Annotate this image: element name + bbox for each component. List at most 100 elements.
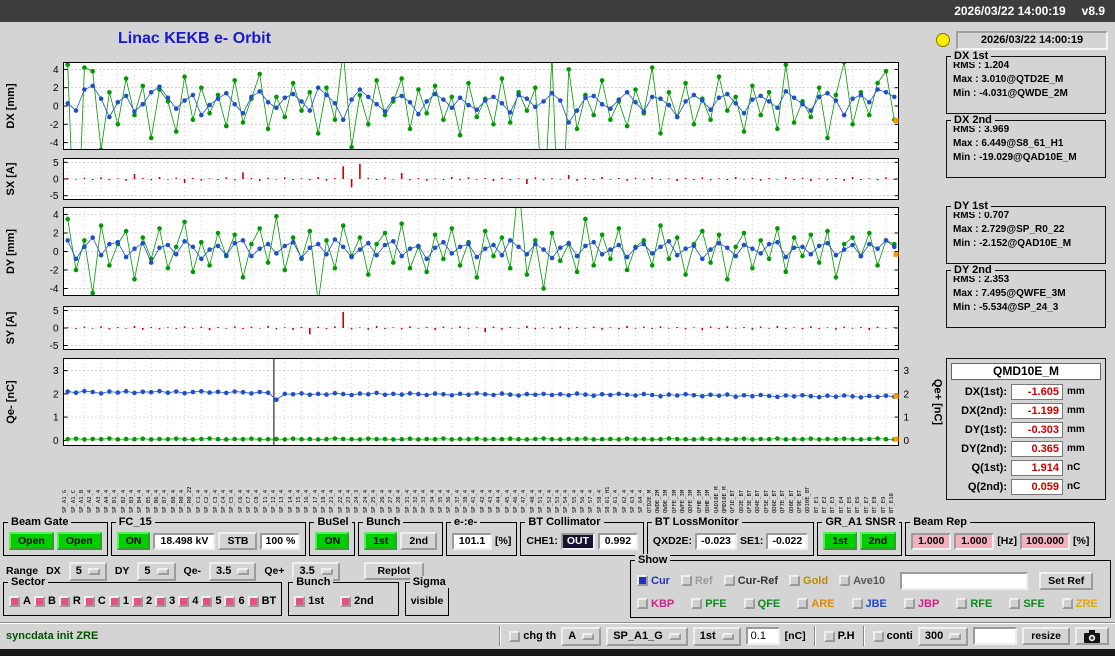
range-dropdown-qe[interactable]: 3.5 [209,561,257,581]
show-toggle-jbe[interactable]: JBE [851,597,887,610]
show-toggle-ave10[interactable]: Ave10 [839,575,885,587]
svg-text:0: 0 [53,324,59,335]
show-toggle-are[interactable]: ARE [797,598,835,610]
show-toggle-qfe[interactable]: QFE [743,598,780,610]
button-stb[interactable]: STB [218,532,258,550]
label-: [%] [495,535,512,547]
dropdown-value: 300 [924,630,944,642]
dropdown-value: 1st [699,630,716,642]
bpm-label: SP_15_4 [296,489,302,513]
show-toggle-sfe[interactable]: SFE [1009,598,1045,610]
bunch-checkbox-2nd[interactable]: 2nd [340,595,374,607]
button-on[interactable]: ON [315,532,350,550]
svg-text:2: 2 [53,83,59,94]
sector-checkbox-1[interactable]: 1 [108,595,129,607]
sector-checkbox-b[interactable]: B [33,595,56,607]
bpm-label: SP_23_4 [346,489,353,513]
count-dropdown[interactable]: 300 [917,626,969,646]
bpm-label: QF3E_BT [746,489,753,513]
sector-checkbox-c[interactable]: C [83,595,106,607]
button-open[interactable]: Open [9,532,54,550]
range-dropdown-dy[interactable]: 5 [137,561,176,581]
monitor-row-value: 1.914 [1011,459,1063,476]
group-legend: Sector [8,576,49,588]
threshold-input[interactable] [745,627,780,645]
set-ref-button[interactable]: Set Ref [1039,571,1094,590]
show-toggle-kbp[interactable]: KBP [637,598,674,610]
svg-text:-4: -4 [50,284,59,295]
bpm-label: QMD10E_M [721,486,728,514]
display-0-022: -0.022 [766,532,809,550]
resize-button[interactable]: resize [1022,627,1070,645]
display-101-1: 101.1 [452,532,493,550]
group-legend: e-:e- [451,516,481,528]
button-1st[interactable]: 1st [823,532,857,550]
monitor-row-value: -1.605 [1011,383,1063,400]
titlebar-clock: 2026/03/22 14:00:19 [954,4,1066,18]
button-open[interactable]: Open [56,532,102,550]
dropdown-indicator-icon [156,567,169,575]
bpm-dropdown[interactable]: SP_A1_G [606,626,688,646]
conti-checkbox[interactable]: conti [872,630,913,642]
monitor-row-unit: nC [1067,481,1081,492]
dropdown-indicator-icon [949,632,962,640]
checkbox-label: JBP [917,597,940,610]
sector-checkbox-4[interactable]: 4 [178,595,198,607]
show-toggle-pfe[interactable]: PFE [691,598,727,610]
bpm-label: SP_13_4 [279,489,286,513]
show-toggle-cur[interactable]: Cur [637,575,670,587]
monitor-row-unit: mm [1067,424,1085,435]
sector-checkbox-bt[interactable]: BT [247,595,276,607]
aux-input[interactable] [973,627,1018,645]
monitor-row-label: DX(2nd): [961,404,1007,417]
checkbox-label: Cur [651,574,670,587]
bpm-label: SP_R0_4 [179,489,186,513]
sector-checkbox-5[interactable]: 5 [201,595,221,607]
bpm-label: SP_17_4 [312,489,319,513]
checkbox-label: JBE [865,597,887,610]
sector-checkbox-6[interactable]: 6 [224,595,245,607]
show-toggle-zre[interactable]: ZRE [1061,598,1098,610]
show-toggle-gold[interactable]: Gold [789,575,828,587]
bpm-label: SP_R0_22 [187,486,194,514]
button-on[interactable]: ON [116,532,151,550]
show-toggle-cur-ref[interactable]: Cur-Ref [723,575,778,587]
svg-text:5: 5 [53,306,59,317]
range-dropdown-dx[interactable]: 5 [68,561,107,581]
sector-checkbox-2[interactable]: 2 [131,595,152,607]
sector-checkbox-3[interactable]: 3 [155,595,175,607]
monitor-row-unit: mm [1067,405,1085,416]
svg-text:4: 4 [53,210,59,221]
button-1st[interactable]: 1st [364,532,398,550]
ph-checkbox[interactable]: P.H [823,630,855,642]
checkbox-indicator [509,630,521,642]
button-2nd[interactable]: 2nd [859,532,897,550]
monitor-row-label: DX(1st): [964,385,1007,398]
checkbox-indicator [1061,598,1073,609]
section-dropdown[interactable]: A [561,626,602,646]
ref-name-input[interactable] [900,571,1029,590]
monitor-row-value: 0.059 [1011,478,1063,495]
show-toggle-ref[interactable]: Ref [680,575,713,587]
button-2nd[interactable]: 2nd [400,532,438,550]
chg-th-checkbox[interactable]: chg th [509,630,556,642]
svg-text:-5: -5 [50,341,59,350]
stat-line: Min : -4.031@QWDE_2M [953,88,1068,99]
svg-text:3: 3 [904,366,910,377]
sector-checkbox-r[interactable]: R [58,595,81,607]
show-toggle-rfe[interactable]: RFE [956,598,992,610]
bpm-label: SP_14_4 [287,489,294,513]
group-legend: GR_A1 SNSR [822,516,899,528]
sector-checkbox-a[interactable]: A [9,595,31,607]
show-toggle-jbp[interactable]: JBP [903,597,940,610]
display-100: 100 % [260,532,301,550]
stat-box-dy-2nd: DY 2nd RMS : 2.353 Max : 7.495@QWFE_3M Min … [946,264,1106,328]
screenshot-button[interactable] [1075,627,1109,645]
checkbox-indicator [637,598,648,609]
monitor-row-value: -0.303 [1011,421,1063,438]
bpm-label: BT_E9 [880,496,887,513]
bpm-label: QD10E_BT [805,486,812,514]
bunch-checkbox-1st[interactable]: 1st [294,595,324,607]
svg-text:-5: -5 [50,191,59,200]
bunch-dropdown[interactable]: 1st [692,626,741,646]
